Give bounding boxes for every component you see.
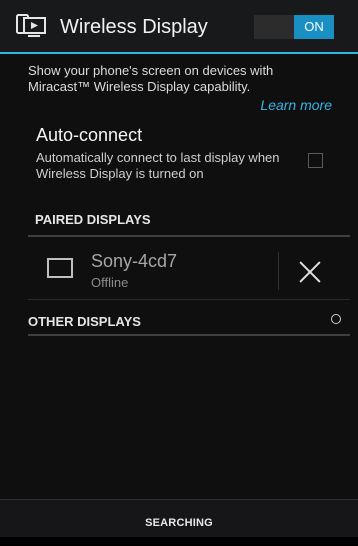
display-icon: [47, 258, 73, 278]
other-displays-header: OTHER DISPLAYS: [28, 314, 141, 329]
other-displays-divider: [28, 334, 350, 336]
paired-displays-header: PAIRED DISPLAYS: [35, 212, 151, 227]
action-bar: Wireless Display ON: [0, 0, 358, 54]
row-divider: [28, 299, 350, 300]
bottom-bar: SEARCHING: [0, 499, 358, 537]
page-title: Wireless Display: [60, 16, 208, 38]
progress-spinner-icon: [331, 314, 341, 324]
auto-connect-title: Auto-connect: [36, 125, 143, 145]
wireless-display-toggle[interactable]: ON: [254, 15, 334, 39]
searching-status: SEARCHING: [145, 517, 213, 529]
learn-more-link[interactable]: Learn more: [260, 97, 332, 113]
description-text: Show your phone's screen on devices with…: [28, 63, 274, 94]
wireless-display-screen: Wireless Display ON Show your phone's sc…: [0, 0, 358, 537]
close-icon[interactable]: [296, 258, 324, 286]
toggle-on-label: ON: [294, 15, 334, 39]
device-name: Sony-4cd7: [91, 251, 178, 271]
row-separator: [278, 252, 279, 290]
device-status: Offline: [91, 275, 129, 290]
paired-displays-divider: [28, 235, 350, 237]
auto-connect-summary: Automatically connect to last display wh…: [36, 150, 280, 181]
wireless-display-icon[interactable]: [16, 14, 46, 40]
auto-connect-checkbox[interactable]: [308, 153, 323, 168]
